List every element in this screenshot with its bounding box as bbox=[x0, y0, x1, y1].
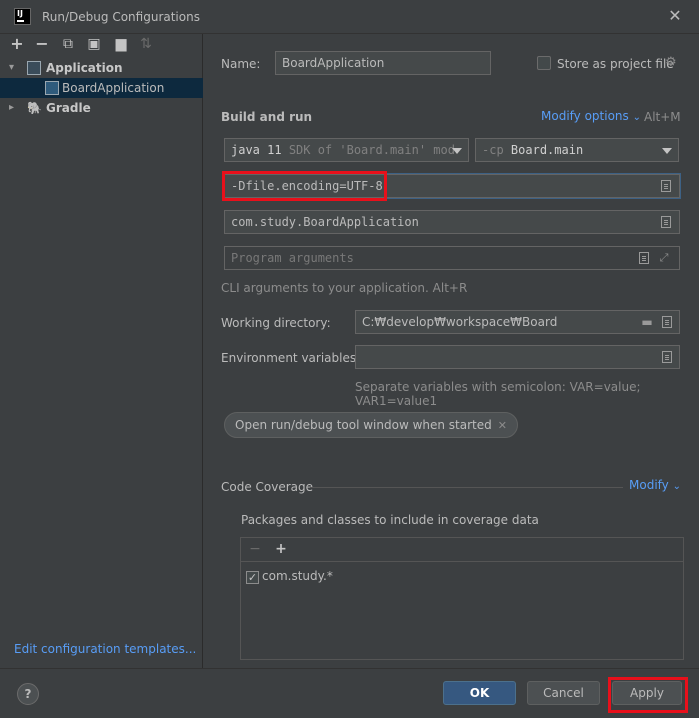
coverage-toolbar: − + bbox=[241, 538, 683, 562]
document-icon[interactable] bbox=[661, 180, 671, 192]
jdk-version: java 11 bbox=[231, 143, 282, 157]
vm-options-highlight bbox=[222, 171, 387, 201]
save-icon[interactable]: ▣ bbox=[86, 36, 102, 52]
store-as-project-file-checkbox[interactable] bbox=[537, 56, 551, 70]
intellij-logo-icon: IJ bbox=[14, 8, 31, 25]
document-icon[interactable] bbox=[639, 252, 649, 264]
main-class-input[interactable]: com.study.BoardApplication bbox=[224, 210, 680, 234]
copy-icon[interactable]: ⧉ bbox=[60, 36, 76, 52]
sidebar-toolbar: + − ⧉ ▣ ▆ ⇅ bbox=[0, 34, 203, 56]
chip-label: Open run/debug tool window when started bbox=[235, 418, 492, 432]
expand-icon[interactable]: ⤢ bbox=[657, 251, 671, 265]
tree-item-gradle[interactable]: ▸ 🐘 Gradle bbox=[0, 98, 203, 118]
chevron-down-icon: ⌄ bbox=[632, 112, 641, 123]
environment-variables-label: Environment variables: bbox=[221, 351, 361, 365]
jdk-select[interactable]: java 11 SDK of 'Board.main' mod bbox=[224, 138, 469, 162]
coverage-modify-link[interactable]: Modify ⌄ bbox=[629, 478, 681, 492]
working-directory-label: Working directory: bbox=[221, 316, 331, 330]
code-coverage-title: Code Coverage bbox=[221, 480, 314, 494]
coverage-packages-label: Packages and classes to include in cover… bbox=[241, 513, 539, 527]
chevron-down-icon: ⌄ bbox=[672, 481, 681, 492]
cp-value: Board.main bbox=[510, 143, 584, 157]
modify-options-link[interactable]: Modify options ⌄ bbox=[541, 109, 641, 123]
chevron-right-icon[interactable]: ▸ bbox=[9, 98, 19, 118]
edit-configuration-templates-link[interactable]: Edit configuration templates... bbox=[14, 642, 196, 656]
document-icon[interactable] bbox=[661, 216, 671, 228]
store-as-project-file-label: Store as project file bbox=[557, 57, 674, 71]
close-icon[interactable]: ✕ bbox=[666, 7, 684, 25]
chevron-down-icon[interactable]: ▾ bbox=[9, 58, 19, 78]
chevron-down-icon bbox=[662, 148, 672, 154]
name-input[interactable]: BoardApplication bbox=[275, 51, 491, 75]
name-label: Name: bbox=[221, 57, 261, 71]
coverage-modify-label: Modify bbox=[629, 478, 669, 492]
working-directory-input[interactable]: C:₩develop₩workspace₩Board ▬ bbox=[355, 310, 680, 334]
document-icon[interactable] bbox=[662, 351, 672, 363]
tree-item-application[interactable]: ▾ Application bbox=[0, 58, 203, 78]
folder-add-icon[interactable]: ▆ bbox=[113, 36, 129, 52]
close-icon[interactable]: ✕ bbox=[498, 419, 507, 432]
application-icon bbox=[27, 61, 41, 75]
dialog-footer: ? OK Cancel Apply bbox=[0, 668, 699, 718]
modify-options-shortcut: Alt+M bbox=[644, 110, 681, 124]
document-icon[interactable] bbox=[662, 316, 672, 328]
program-arguments-placeholder: Program arguments bbox=[231, 251, 354, 265]
application-config-icon bbox=[45, 81, 59, 95]
tree-item-label: BoardApplication bbox=[62, 81, 165, 95]
remove-icon: − bbox=[249, 541, 261, 557]
add-icon[interactable]: + bbox=[9, 36, 25, 52]
main-class-value: com.study.BoardApplication bbox=[231, 215, 419, 229]
configuration-editor: Name: BoardApplication Store as project … bbox=[204, 34, 699, 668]
coverage-divider bbox=[310, 487, 623, 488]
add-package-icon[interactable]: + bbox=[273, 541, 289, 557]
title-bar: IJ Run/Debug Configurations ✕ bbox=[0, 0, 699, 34]
configurations-sidebar: + − ⧉ ▣ ▆ ⇅ ▾ Application BoardApplicati… bbox=[0, 34, 203, 668]
folder-icon[interactable]: ▬ bbox=[640, 315, 654, 329]
chevron-down-icon bbox=[452, 148, 462, 154]
environment-variables-hint: Separate variables with semicolon: VAR=v… bbox=[355, 380, 641, 408]
classpath-module-select[interactable]: -cp Board.main bbox=[475, 138, 679, 162]
gradle-elephant-icon: 🐘 bbox=[27, 101, 42, 115]
gear-icon[interactable]: ⚙ bbox=[665, 55, 677, 70]
cp-prefix: -cp bbox=[482, 143, 504, 157]
tree-item-label: Application bbox=[46, 61, 123, 75]
help-button[interactable]: ? bbox=[17, 683, 39, 705]
sort-icon: ⇅ bbox=[140, 36, 152, 52]
tree-item-label: Gradle bbox=[46, 101, 91, 115]
expand-icon[interactable]: ⤢ bbox=[679, 179, 680, 193]
ok-button[interactable]: OK bbox=[443, 681, 516, 705]
program-arguments-input[interactable]: Program arguments ⤢ bbox=[224, 246, 680, 270]
apply-highlight bbox=[608, 677, 688, 713]
cancel-button[interactable]: Cancel bbox=[527, 681, 600, 705]
build-and-run-title: Build and run bbox=[221, 110, 313, 124]
jdk-detail: SDK of 'Board.main' mod bbox=[288, 143, 455, 157]
remove-icon[interactable]: − bbox=[34, 36, 50, 52]
coverage-item-label: com.study.* bbox=[262, 569, 333, 583]
tree-item-boardapplication[interactable]: BoardApplication bbox=[0, 78, 203, 98]
open-tool-window-option-chip[interactable]: Open run/debug tool window when started ✕ bbox=[224, 412, 518, 438]
modify-options-label: Modify options bbox=[541, 109, 629, 123]
window-title: Run/Debug Configurations bbox=[42, 10, 200, 24]
cli-arguments-hint: CLI arguments to your application. Alt+R bbox=[221, 281, 468, 295]
coverage-item-checkbox[interactable]: ✓ bbox=[246, 571, 259, 584]
environment-variables-input[interactable] bbox=[355, 345, 680, 369]
coverage-packages-list: − + ✓ com.study.* bbox=[240, 537, 684, 660]
working-directory-value: C:₩develop₩workspace₩Board bbox=[362, 315, 558, 329]
